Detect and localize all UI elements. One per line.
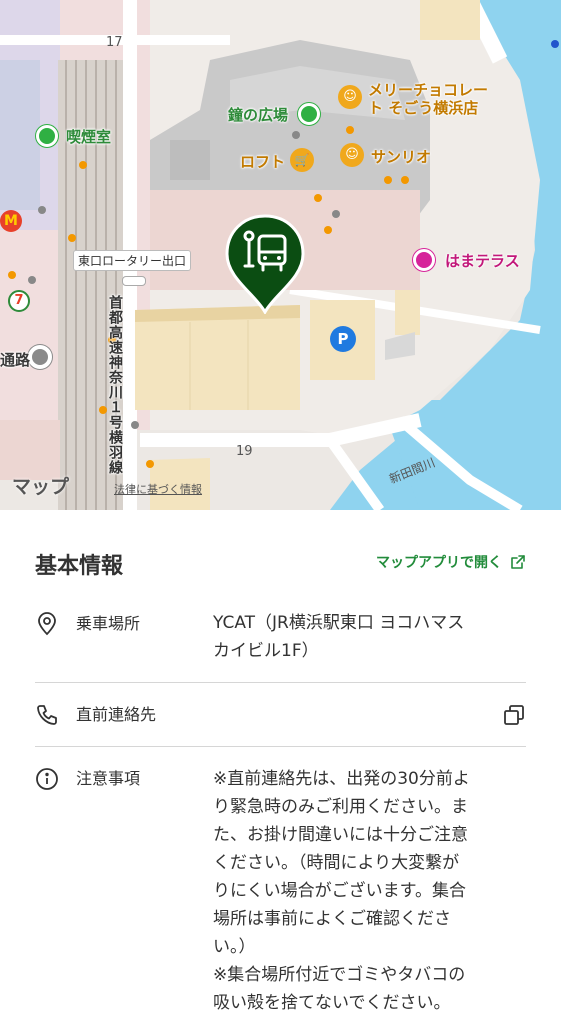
row-label-boarding-place: 乗車場所 [76,614,141,633]
label-loft[interactable]: ロフト [240,151,285,172]
sanrio-icon[interactable]: ☺ [340,143,364,167]
loft-icon[interactable]: 🛒 [290,148,314,172]
row-value-boarding-place: YCAT（JR横浜駅東口 ヨコハマス カイビル1F） [213,609,513,665]
hama-terrace-icon[interactable] [413,249,435,271]
info-row-contact: 直前連絡先 [35,703,526,729]
open-in-maps-label: マップアプリで開く [376,555,502,571]
seven-eleven-icon[interactable]: 7 [8,290,30,312]
info-header: 基本情報 マップアプリで開く [35,548,526,579]
label-east-rotary[interactable]: 東口ロータリー出口 [73,250,192,271]
label-road-19: 19 [236,444,253,459]
label-sanrio[interactable]: サンリオ [371,146,431,167]
apple-maps-logo: マップ [12,472,69,499]
open-in-maps-link[interactable]: マップアプリで開く [376,552,526,572]
info-row-boarding-place: 乗車場所 YCAT（JR横浜駅東口 ヨコハマス カイビル1F） [35,612,526,672]
label-hama-terrace[interactable]: はまテラス [445,250,520,271]
traffic-light-icon [122,276,146,286]
road-marker-icon[interactable] [28,345,52,369]
notes-line: た、お掛け間違いには十分ご注意 [213,825,468,845]
info-circle-icon [36,768,58,790]
row-label-contact: 直前連絡先 [76,705,157,724]
notes-line: ※集合場所付近でゴミやタバコの [213,965,466,985]
notes-line: 吸い殻を捨てないでください。 [213,993,451,1013]
map-view[interactable]: ☺ 🛒 ☺ M 7 P 鐘の広場 メリーチョコレー ト そごう横浜店 喫煙室 ロ… [0,0,561,510]
copy-icon[interactable] [502,703,526,727]
notes-line: り緊急時のみご利用ください。ま [213,797,468,817]
mcdonalds-icon[interactable]: M [0,210,22,232]
boarding-place-line-1: YCAT（JR横浜駅東口 ヨコハマス [213,613,465,633]
notes-line: りにくい場合がございます。集合 [213,881,466,901]
boarding-place-line-2: カイビル1F） [213,641,319,661]
bus-stop-pin-icon[interactable] [225,214,305,314]
label-expressway: 首都高速神奈川１号横羽線 [107,295,123,475]
divider [35,682,526,683]
label-bell-square[interactable]: 鐘の広場 [228,104,288,125]
row-value-notes: ※直前連絡先は、出発の30分前よ り緊急時のみご利用ください。ま た、お掛け間違… [213,765,513,1017]
notes-line: い。） [213,937,256,957]
smoking-room-icon[interactable] [36,125,58,147]
phone-icon [37,705,57,725]
divider [35,746,526,747]
external-link-icon [511,555,525,569]
label-road-fragment: 通路 [0,351,31,369]
label-road-17: 17 [106,35,123,50]
merry-chocolate-icon[interactable]: ☺ [338,85,362,109]
info-row-notes: 注意事項 ※直前連絡先は、出発の30分前よ り緊急時のみご利用ください。ま た、… [35,767,526,1017]
notes-line: 場所は事前によくご確認くださ [213,909,451,929]
legal-link[interactable]: 法律に基づく情報 [114,481,202,497]
label-merry-chocolate-2[interactable]: ト そごう横浜店 [368,97,478,118]
location-pin-icon [38,612,56,636]
bell-square-icon[interactable] [298,103,320,125]
section-title: 基本情報 [35,554,124,579]
map-brand-label: マップ [12,476,70,498]
row-label-notes: 注意事項 [76,769,141,788]
parking-icon[interactable]: P [330,326,356,352]
label-smoking-room[interactable]: 喫煙室 [66,126,111,147]
notes-line: ※直前連絡先は、出発の30分前よ [213,769,470,789]
notes-line: ください。（時間により大変繋が [213,853,460,873]
